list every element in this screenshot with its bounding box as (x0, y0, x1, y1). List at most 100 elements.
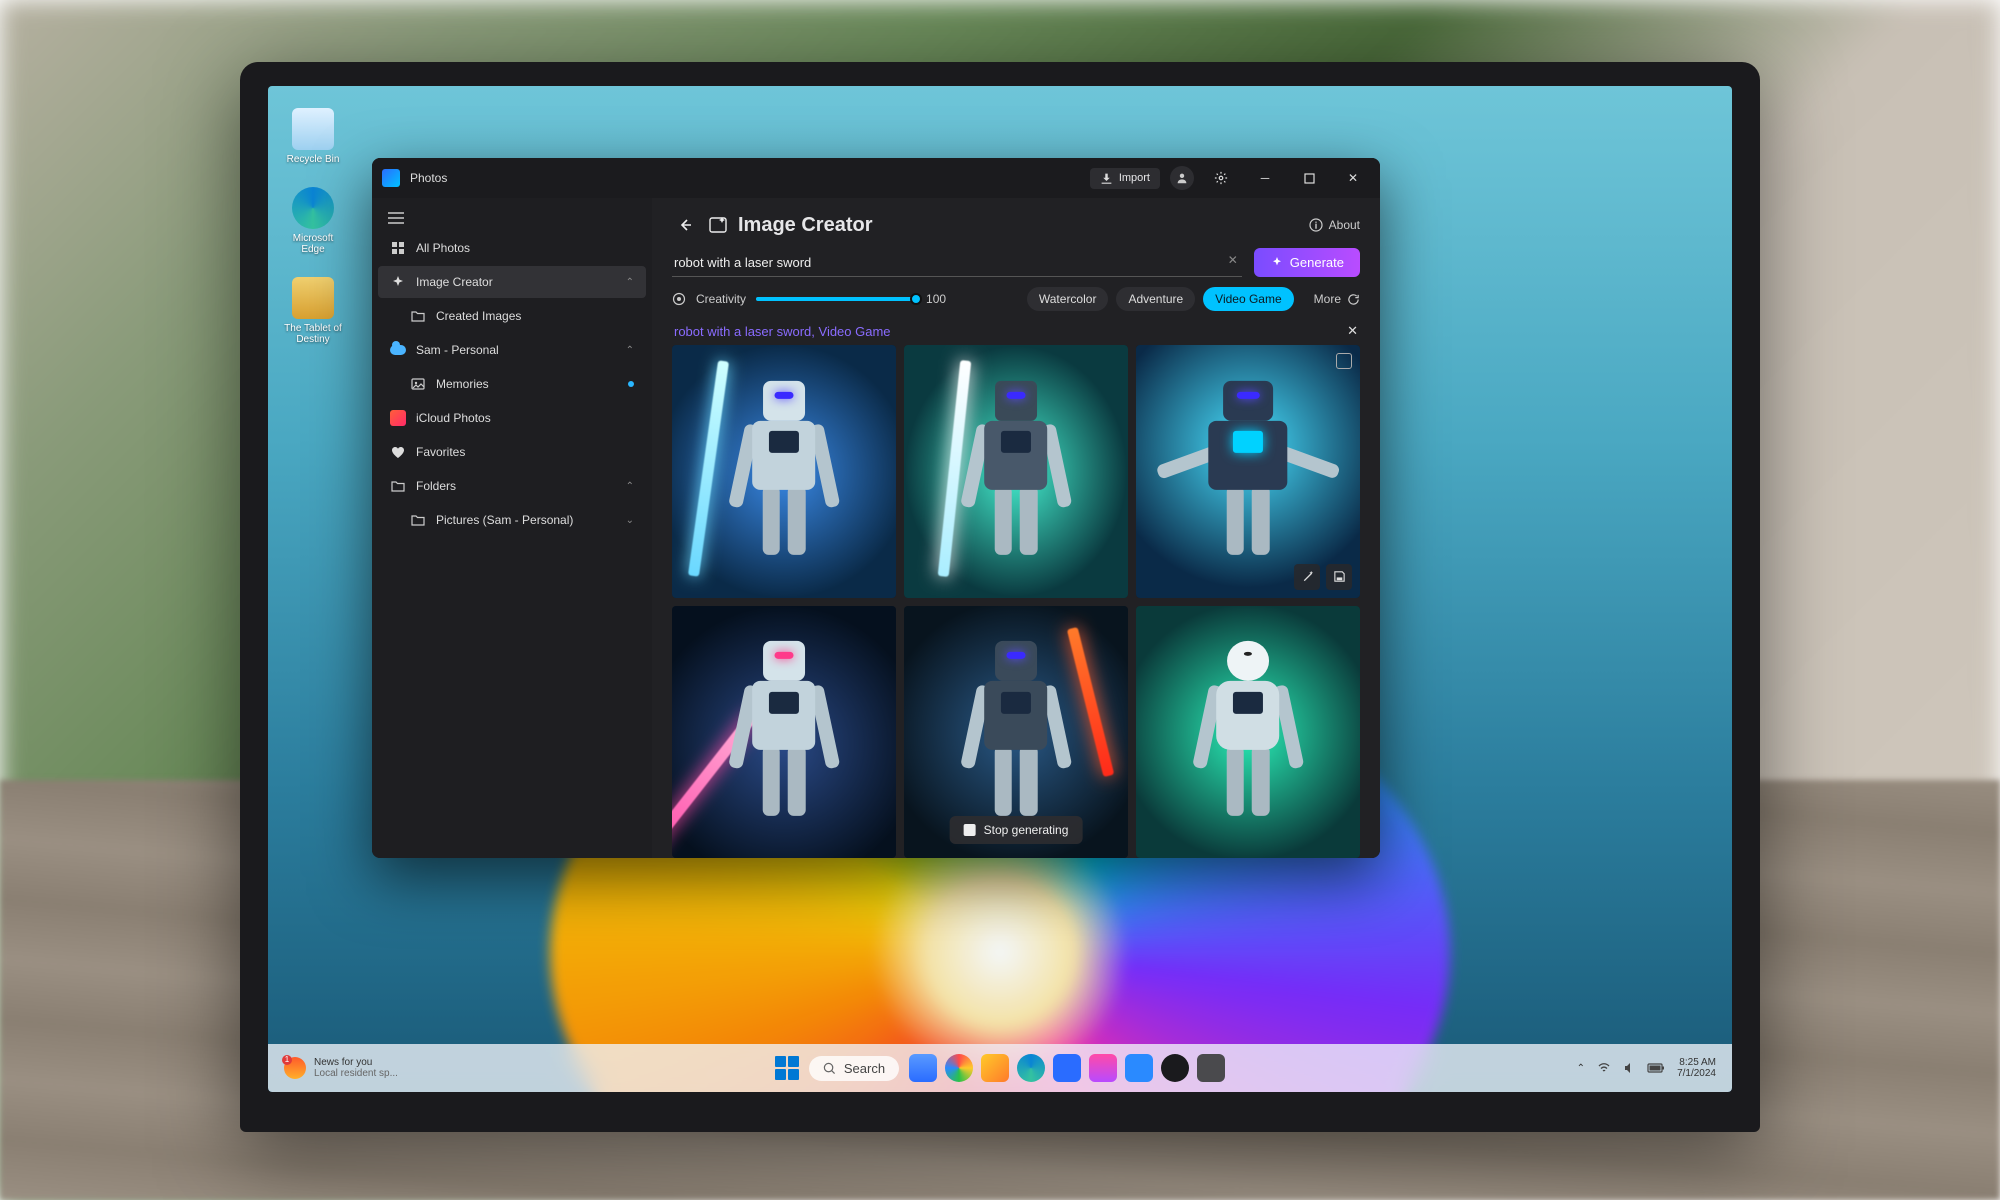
hamburger-icon (388, 212, 404, 224)
chevron-up-icon: ⌃ (626, 345, 634, 356)
volume-icon (1623, 1061, 1635, 1075)
start-button[interactable] (775, 1056, 799, 1080)
folder-icon (390, 478, 406, 494)
about-label: About (1329, 218, 1360, 232)
laptop: Recycle Bin Microsoft Edge The Tablet of… (240, 62, 1760, 1132)
person-icon (1175, 171, 1189, 185)
creativity-icon (672, 292, 686, 306)
stop-generating-button[interactable]: Stop generating (950, 816, 1083, 844)
gear-icon (1214, 171, 1228, 185)
desktop-icon-edge[interactable]: Microsoft Edge (282, 187, 344, 255)
sidebar-item-created-images[interactable]: Created Images (378, 300, 646, 332)
grid-icon (390, 240, 406, 256)
hamburger-button[interactable] (378, 206, 646, 230)
taskbar-app[interactable] (1017, 1054, 1045, 1082)
widget-title: News for you (314, 1057, 398, 1068)
sidebar-item-label: Memories (436, 377, 489, 391)
sidebar-item-memories[interactable]: Memories (378, 368, 646, 400)
main-panel: Image Creator About ✕ (652, 198, 1380, 858)
taskbar-widget[interactable]: 1 News for you Local resident sp... (284, 1057, 398, 1079)
results-panel: robot with a laser sword, Video Game ✕ (672, 321, 1360, 858)
save-icon (1333, 570, 1346, 583)
tray-date: 7/1/2024 (1677, 1068, 1716, 1079)
tile-checkbox[interactable] (1336, 353, 1352, 369)
taskbar-search[interactable]: Search (809, 1056, 899, 1081)
memories-icon (410, 376, 426, 392)
taskbar-app[interactable] (945, 1054, 973, 1082)
sidebar-item-folders[interactable]: Folders ⌃ (378, 470, 646, 502)
tray-time: 8:25 AM (1679, 1057, 1716, 1068)
page-title: Image Creator (738, 214, 873, 237)
chevron-up-icon[interactable]: ⌃ (1577, 1063, 1585, 1074)
sidebar-item-onedrive[interactable]: Sam - Personal ⌃ (378, 334, 646, 366)
sidebar-item-label: Sam - Personal (416, 343, 499, 357)
sidebar-item-image-creator[interactable]: Image Creator ⌃ (378, 266, 646, 298)
info-icon (1309, 218, 1323, 232)
wifi-icon (1597, 1062, 1611, 1074)
sidebar-item-all-photos[interactable]: All Photos (378, 232, 646, 264)
taskbar-app[interactable] (1125, 1054, 1153, 1082)
sidebar-item-pictures-folder[interactable]: Pictures (Sam - Personal) ⌄ (378, 504, 646, 536)
result-tile[interactable] (1136, 345, 1360, 598)
import-button[interactable]: Import (1090, 168, 1160, 189)
result-tag: robot with a laser sword, Video Game (674, 324, 891, 339)
creativity-label: Creativity (696, 292, 746, 306)
creativity-value: 100 (926, 292, 946, 306)
result-tile[interactable] (904, 345, 1128, 598)
folder-icon (410, 308, 426, 324)
desktop-icon-app[interactable]: The Tablet of Destiny (282, 277, 344, 345)
desktop-icon-label: Microsoft Edge (293, 233, 334, 255)
sparkle-icon (390, 274, 406, 290)
about-button[interactable]: About (1309, 218, 1360, 232)
result-tile[interactable] (672, 606, 896, 859)
desktop-icon-recycle-bin[interactable]: Recycle Bin (282, 108, 344, 165)
heart-icon (390, 444, 406, 460)
taskbar-app[interactable] (981, 1054, 1009, 1082)
tile-edit-button[interactable] (1294, 564, 1320, 590)
style-pill-adventure[interactable]: Adventure (1116, 287, 1195, 311)
minimize-button[interactable]: ─ (1248, 165, 1282, 191)
square-icon (1304, 173, 1315, 184)
battery-icon (1647, 1062, 1665, 1074)
taskbar-app[interactable] (1197, 1054, 1225, 1082)
results-grid (672, 345, 1360, 858)
maximize-button[interactable] (1292, 165, 1326, 191)
taskbar-app[interactable] (1161, 1054, 1189, 1082)
result-tile[interactable] (1136, 606, 1360, 859)
update-badge (628, 381, 634, 387)
close-button[interactable]: ✕ (1336, 165, 1370, 191)
taskbar-app[interactable] (1089, 1054, 1117, 1082)
photos-window: Photos Import ─ ✕ (372, 158, 1380, 858)
more-styles-button[interactable]: More (1314, 292, 1360, 306)
style-pill-video-game[interactable]: Video Game (1203, 287, 1294, 311)
recycle-bin-icon (292, 108, 334, 150)
sidebar-item-label: Pictures (Sam - Personal) (436, 513, 573, 527)
creativity-slider[interactable] (756, 297, 916, 301)
result-tile[interactable] (672, 345, 896, 598)
generate-button[interactable]: Generate (1254, 248, 1360, 277)
close-results-button[interactable]: ✕ (1347, 323, 1358, 339)
desktop-icons: Recycle Bin Microsoft Edge The Tablet of… (282, 108, 344, 345)
taskbar: 1 News for you Local resident sp... Sear… (268, 1044, 1732, 1092)
sidebar-item-label: Favorites (416, 445, 465, 459)
sidebar-item-favorites[interactable]: Favorites (378, 436, 646, 468)
settings-button[interactable] (1204, 165, 1238, 191)
system-tray[interactable]: ⌃ 8:25 AM 7/1/2024 (1577, 1057, 1716, 1079)
sidebar-item-label: Created Images (436, 309, 521, 323)
sidebar-item-label: iCloud Photos (416, 411, 491, 425)
sidebar-item-icloud[interactable]: iCloud Photos (378, 402, 646, 434)
sidebar: All Photos Image Creator ⌃ Created Image… (372, 198, 652, 858)
import-icon (1100, 172, 1113, 185)
taskbar-app[interactable] (909, 1054, 937, 1082)
chevron-up-icon: ⌃ (626, 277, 634, 288)
style-pill-watercolor[interactable]: Watercolor (1027, 287, 1109, 311)
taskbar-app[interactable] (1053, 1054, 1081, 1082)
refresh-icon (1347, 293, 1360, 306)
prompt-input[interactable] (672, 249, 1242, 277)
account-button[interactable] (1170, 166, 1194, 190)
generate-label: Generate (1290, 255, 1344, 270)
tile-save-button[interactable] (1326, 564, 1352, 590)
back-button[interactable] (672, 212, 698, 238)
edge-icon (292, 187, 334, 229)
clear-prompt-button[interactable]: ✕ (1228, 253, 1238, 267)
